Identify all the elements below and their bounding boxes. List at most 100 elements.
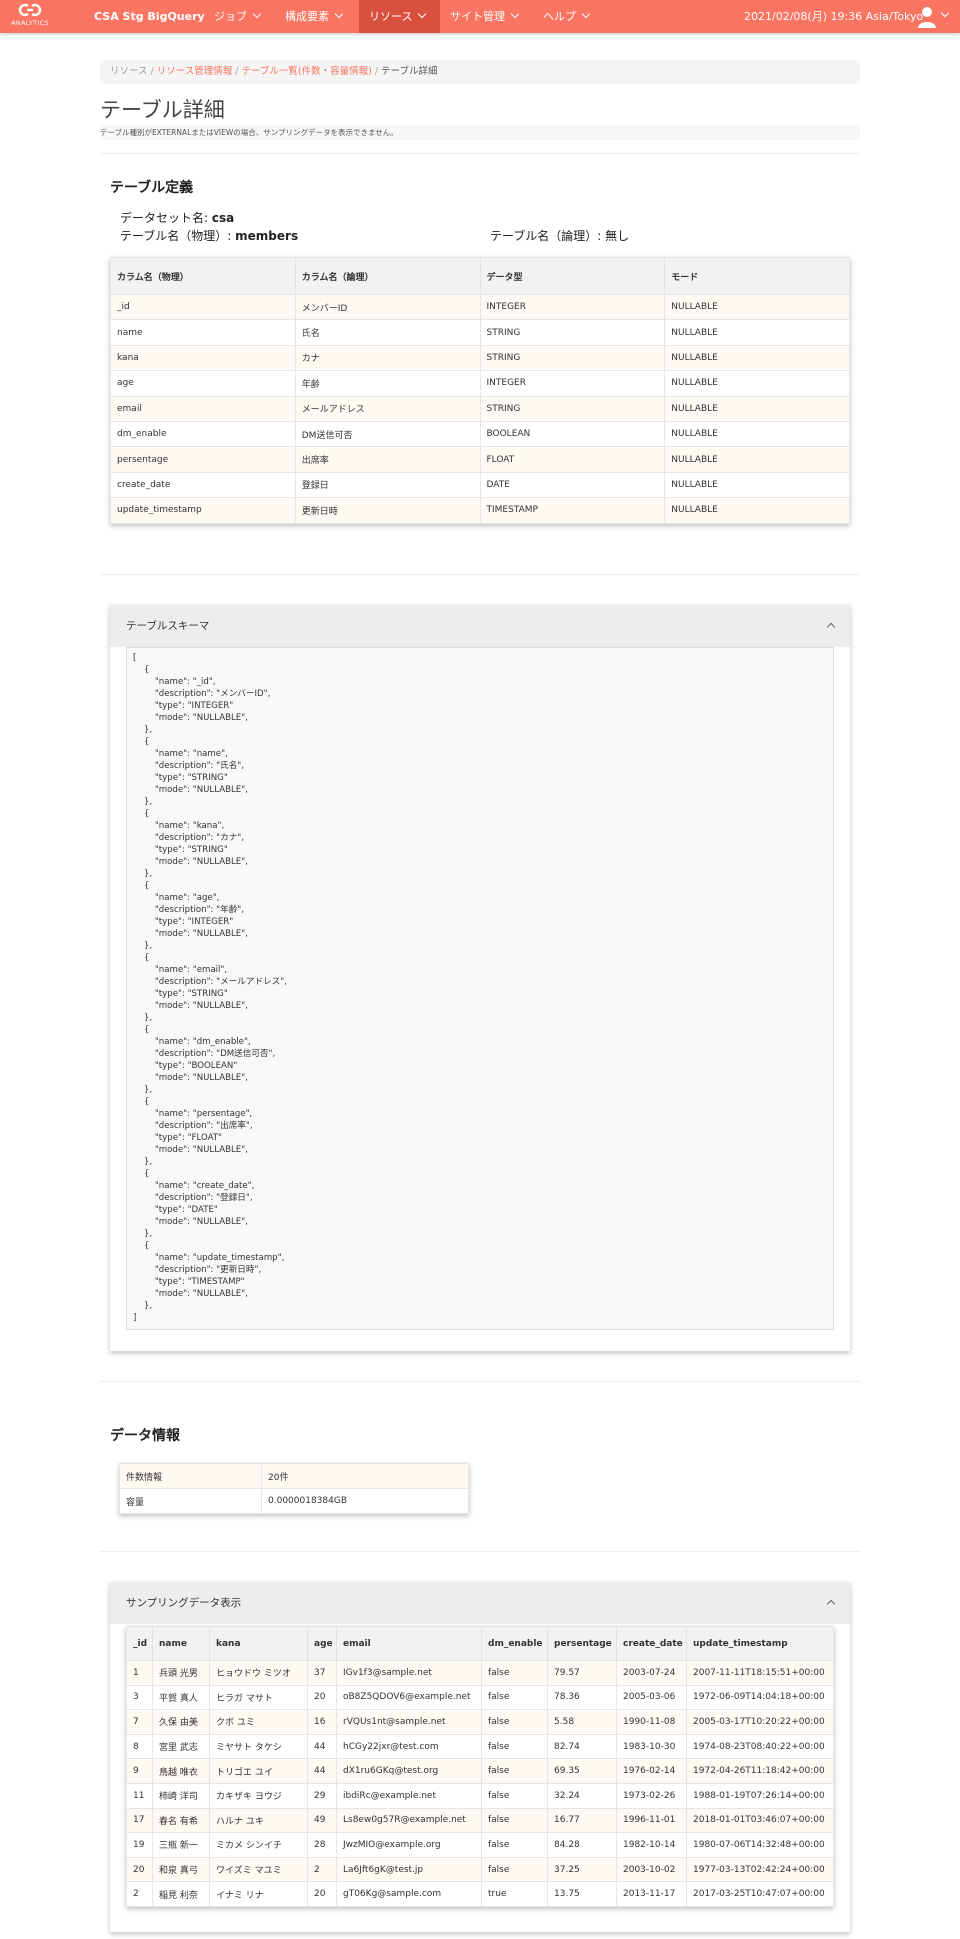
table-name-logical: テーブル名（論理）: 無し — [490, 227, 629, 244]
nav-item-help[interactable]: ヘルプ — [533, 0, 599, 33]
table-cell: kana — [110, 344, 296, 372]
nav-item-label: ジョブ — [214, 10, 247, 23]
table-cell: ハルナ ユキ — [209, 1807, 308, 1834]
breadcrumb-item-table-list[interactable]: テーブル一覧(件数・容量情報) — [241, 66, 371, 77]
column-header: dm_enable — [481, 1626, 548, 1661]
table-cell: ミヤサト タケシ — [209, 1733, 308, 1760]
chevron-up-icon[interactable] — [826, 622, 836, 632]
column-header: persentage — [547, 1626, 617, 1661]
table-cell: persentage — [110, 446, 296, 473]
nav-item-label: サイト管理 — [450, 10, 505, 23]
table-row: 容量 0.0000018384GB — [119, 1488, 469, 1514]
column-header: update_timestamp — [686, 1626, 834, 1661]
table-cell: STRING — [479, 395, 666, 422]
table-cell: false — [481, 1733, 548, 1760]
nav-item-label: 構成要素 — [285, 10, 329, 23]
table-cell: 44 — [307, 1733, 337, 1760]
table-row: 件数情報 20件 — [119, 1463, 469, 1489]
table-cell: email — [110, 395, 296, 422]
column-header: age — [307, 1626, 337, 1661]
user-menu[interactable] — [918, 6, 952, 28]
breadcrumb-separator: / — [374, 66, 379, 77]
column-definition-grid: カラム名（物理） カラム名（論理） データ型 モード _id メンバーID INTE… — [110, 257, 850, 524]
dataset-name-label: データセット名: — [120, 211, 209, 225]
table-cell: NULLABLE — [664, 319, 850, 346]
table-cell: INTEGER — [479, 370, 666, 397]
schema-panel-title: テーブルスキーマ — [126, 620, 210, 632]
breadcrumb-item-resources[interactable]: リソース — [110, 66, 148, 77]
sampling-table: _id name kana age email dm_enable persen… — [126, 1626, 834, 1907]
table-cell: 16 — [307, 1709, 337, 1735]
table-cell: 17 — [126, 1807, 153, 1834]
table-cell: ヒョウドウ ミツオ — [209, 1660, 308, 1686]
table-cell: 13.75 — [547, 1881, 617, 1907]
app-logo[interactable]: ANALYTICS — [9, 2, 51, 30]
top-navbar: ANALYTICS CSA Stg BigQuery ジョブ 構成要素 リソース… — [0, 0, 960, 33]
table-cell: 三瓶 新一 — [152, 1832, 210, 1858]
table-cell: BOOLEAN — [479, 420, 666, 448]
section-title-table-definition: テーブル定義 — [110, 180, 194, 196]
chevron-down-icon — [334, 9, 344, 19]
table-row: dm_enable DM送信可否 BOOLEAN NULLABLE — [110, 420, 850, 448]
table-header-row: カラム名（物理） カラム名（論理） データ型 モード — [110, 257, 850, 295]
breadcrumb-item-resource-management[interactable]: リソース管理情報 — [157, 66, 233, 77]
table-name-physical-label: テーブル名（物理）: — [120, 229, 232, 243]
table-name-logical-value: 無し — [605, 229, 630, 243]
current-datetime: 2021/02/08(月) 19:36 Asia/Tokyo — [744, 10, 924, 23]
table-cell: NULLABLE — [664, 420, 850, 448]
table-cell: INTEGER — [479, 293, 666, 321]
table-cell: 2007-11-11T18:15:51+00:00 — [686, 1660, 834, 1686]
breadcrumb-separator: / — [150, 66, 154, 77]
schema-panel-header[interactable]: テーブルスキーマ — [110, 605, 850, 647]
table-header-row: _id name kana age email dm_enable persen… — [126, 1626, 834, 1661]
table-cell: false — [481, 1782, 548, 1809]
table-cell: 7 — [126, 1709, 153, 1735]
sampling-panel-header[interactable]: サンプリングデータ表示 — [110, 1582, 850, 1624]
table-cell: 1974-08-23T08:40:22+00:00 — [686, 1733, 834, 1760]
table-row: 1 兵頭 光男 ヒョウドウ ミツオ 37 IGv1f3@sample.net false 7… — [126, 1660, 834, 1686]
user-avatar-icon — [918, 7, 936, 28]
table-cell: TIMESTAMP — [479, 497, 666, 524]
breadcrumb-item-current: テーブル詳細 — [381, 66, 438, 77]
table-cell: 84.28 — [547, 1832, 617, 1858]
table-cell: oB8Z5QDOV6@example.net — [336, 1684, 482, 1711]
brand-name[interactable]: CSA Stg BigQuery — [94, 0, 205, 33]
nav-item-site-admin[interactable]: サイト管理 — [440, 0, 528, 33]
table-cell: DM送信可否 — [294, 420, 481, 448]
table-cell: 3 — [126, 1684, 153, 1711]
table-cell: 2 — [126, 1881, 153, 1907]
table-cell: JwzMIO@example.org — [336, 1832, 482, 1858]
table-cell: hCGy22jxr@test.com — [336, 1733, 482, 1760]
table-cell: 件数情報 — [119, 1463, 262, 1489]
nav-item-resources[interactable]: リソース — [359, 0, 440, 33]
table-cell: 柿崎 洋司 — [152, 1782, 210, 1809]
table-cell: 2005-03-06 — [616, 1684, 687, 1711]
table-cell: 1977-03-13T02:42:24+00:00 — [686, 1856, 834, 1883]
nav-item-jobs[interactable]: ジョブ — [204, 0, 270, 33]
table-cell: 1990-11-08 — [616, 1709, 687, 1735]
nav-item-components[interactable]: 構成要素 — [275, 0, 352, 33]
table-cell: STRING — [479, 344, 666, 372]
table-cell: 8 — [126, 1733, 153, 1760]
table-cell: 16.77 — [547, 1807, 617, 1834]
breadcrumb: リソース / リソース管理情報 / テーブル一覧(件数・容量情報) / テーブル詳細 — [100, 60, 860, 84]
column-definition-table: カラム名（物理） カラム名（論理） データ型 モード _id メンバーID INTE… — [110, 257, 850, 524]
table-cell: DATE — [479, 471, 666, 499]
table-cell: メンバーID — [294, 293, 481, 321]
sampling-grid: _id name kana age email dm_enable persen… — [126, 1626, 834, 1907]
table-cell: 2013-11-17 — [616, 1881, 687, 1907]
table-cell: 37 — [307, 1660, 337, 1686]
table-cell: 1980-07-06T14:32:48+00:00 — [686, 1832, 834, 1858]
table-cell: true — [481, 1881, 548, 1907]
table-cell: false — [481, 1684, 548, 1711]
chevron-up-icon[interactable] — [826, 1599, 836, 1609]
table-cell: NULLABLE — [664, 471, 850, 499]
table-cell: 69.35 — [547, 1758, 617, 1784]
table-cell: 春名 有希 — [152, 1807, 210, 1834]
column-header: カラム名（物理） — [110, 257, 296, 295]
table-cell: 1973-02-26 — [616, 1782, 687, 1809]
table-row: 8 宮里 武志 ミヤサト タケシ 44 hCGy22jxr@test.com false 8… — [126, 1733, 834, 1760]
table-cell: 出席率 — [294, 446, 481, 473]
table-row: 17 春名 有希 ハルナ ユキ 49 Ls8ew0g57R@example.net fal… — [126, 1807, 834, 1834]
column-header: カラム名（論理） — [294, 257, 481, 295]
